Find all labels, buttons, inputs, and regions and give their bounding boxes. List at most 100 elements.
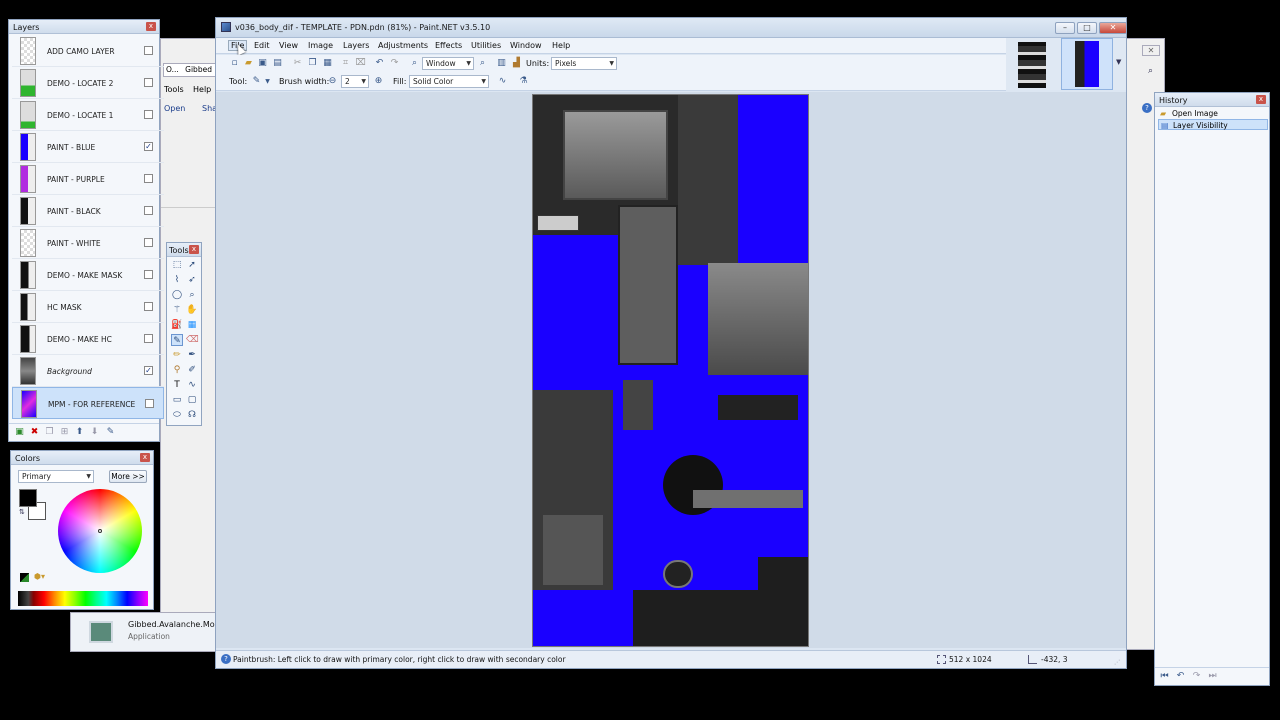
magic-wand-tool-icon[interactable]: ⚚ bbox=[171, 304, 183, 316]
grid-icon[interactable]: ▥ bbox=[496, 58, 507, 69]
close-button[interactable]: ✕ bbox=[1099, 22, 1127, 34]
fill-select[interactable]: Solid Color ▼ bbox=[409, 75, 489, 88]
layer-row[interactable]: DEMO - LOCATE 2 bbox=[12, 67, 164, 99]
zoom-out-icon[interactable]: ⌕ bbox=[409, 58, 420, 69]
layer-row[interactable]: DEMO - LOCATE 1 bbox=[12, 99, 164, 131]
layer-visibility-checkbox[interactable] bbox=[144, 238, 153, 247]
brush-width-input[interactable]: 2 ▼ bbox=[341, 75, 369, 88]
freeform-shape-tool-icon[interactable]: ☊ bbox=[186, 409, 198, 421]
explorer-address-bar[interactable]: O... Gibbed bbox=[163, 63, 219, 77]
undo-icon[interactable]: ↶ bbox=[374, 58, 385, 69]
ruler-icon[interactable]: ▟ bbox=[511, 58, 522, 69]
ellipse-tool-icon[interactable]: ⬭ bbox=[171, 409, 183, 421]
taskbar-item[interactable]: Gibbed.Avalanche.Mod Application bbox=[70, 612, 220, 652]
layer-visibility-checkbox[interactable] bbox=[144, 174, 153, 183]
duplicate-layer-icon[interactable]: ❐ bbox=[44, 427, 55, 438]
redo-icon[interactable]: ↷ bbox=[1191, 671, 1202, 682]
move-selection-tool-icon[interactable]: ➚ bbox=[186, 259, 198, 271]
paintbrush-tool-icon[interactable]: ✎ bbox=[251, 76, 262, 87]
fast-forward-icon[interactable]: ⏭ bbox=[1207, 671, 1218, 682]
close-icon[interactable]: x bbox=[140, 453, 150, 462]
color-picker-tool-icon[interactable]: ✒ bbox=[186, 349, 198, 361]
layer-row[interactable]: PAINT - PURPLE bbox=[12, 163, 164, 195]
bg-close-icon[interactable]: ✕ bbox=[1142, 45, 1160, 56]
layer-visibility-checkbox[interactable]: ✓ bbox=[144, 142, 153, 151]
layer-row[interactable]: PAINT - BLUE ✓ bbox=[12, 131, 164, 163]
recolor-tool-icon[interactable]: ✐ bbox=[186, 364, 198, 376]
units-select[interactable]: Pixels ▼ bbox=[551, 57, 617, 70]
undo-icon[interactable]: ↶ bbox=[1175, 671, 1186, 682]
explorer-menu-tools[interactable]: Tools bbox=[164, 85, 184, 94]
tools-panel-titlebar[interactable]: Tools x bbox=[167, 243, 201, 257]
redo-icon[interactable]: ↷ bbox=[389, 58, 400, 69]
rounded-rectangle-tool-icon[interactable]: ▢ bbox=[186, 394, 198, 406]
pan-tool-icon[interactable]: ✋ bbox=[186, 304, 198, 316]
menu-help[interactable]: Help bbox=[552, 41, 570, 50]
layer-visibility-checkbox[interactable] bbox=[145, 399, 154, 408]
texture-canvas[interactable] bbox=[532, 94, 809, 647]
layers-panel-titlebar[interactable]: Layers x bbox=[9, 20, 159, 34]
menu-effects[interactable]: Effects bbox=[435, 41, 462, 50]
cut-icon[interactable]: ✂ bbox=[292, 58, 303, 69]
menu-view[interactable]: View bbox=[279, 41, 298, 50]
swap-colors-icon[interactable]: ⇅ bbox=[19, 508, 25, 516]
paste-icon[interactable]: ▦ bbox=[322, 58, 333, 69]
delete-layer-icon[interactable]: ✖ bbox=[29, 427, 40, 438]
open-icon[interactable]: ▰ bbox=[243, 58, 254, 69]
layer-visibility-checkbox[interactable] bbox=[144, 78, 153, 87]
clone-stamp-tool-icon[interactable]: ⚲ bbox=[171, 364, 183, 376]
new-image-icon[interactable]: ▫ bbox=[229, 58, 240, 69]
add-layer-icon[interactable]: ▣ bbox=[14, 427, 25, 438]
move-layer-down-icon[interactable]: ⬇ bbox=[89, 427, 100, 438]
color-palette-strip[interactable] bbox=[18, 591, 148, 606]
rectangle-tool-icon[interactable]: ▭ bbox=[171, 394, 183, 406]
title-bar[interactable]: v036_body_dif - TEMPLATE - PDN.pdn (81%)… bbox=[216, 18, 1127, 38]
image-thumbnail-1[interactable] bbox=[1018, 42, 1046, 88]
layer-visibility-checkbox[interactable] bbox=[144, 110, 153, 119]
pencil-tool-icon[interactable]: ✏ bbox=[171, 349, 183, 361]
deselect-icon[interactable]: ⌧ bbox=[355, 58, 366, 69]
move-layer-up-icon[interactable]: ⬆ bbox=[74, 427, 85, 438]
close-icon[interactable]: x bbox=[146, 22, 156, 31]
layer-row[interactable]: HC MASK bbox=[12, 291, 164, 323]
gradient-tool-icon[interactable]: ▦ bbox=[186, 319, 198, 331]
layer-row[interactable]: PAINT - BLACK bbox=[12, 195, 164, 227]
layer-row[interactable]: PAINT - WHITE bbox=[12, 227, 164, 259]
blend-mode-icon[interactable]: ⚗ bbox=[518, 76, 529, 87]
color-mode-select[interactable]: Primary ▼ bbox=[18, 470, 94, 483]
history-item[interactable]: ▰ Open Image bbox=[1158, 108, 1268, 119]
zoom-select[interactable]: Window ▼ bbox=[422, 57, 474, 70]
text-tool-icon[interactable]: T bbox=[171, 379, 183, 391]
move-selected-tool-icon[interactable]: ➶ bbox=[186, 274, 198, 286]
antialiasing-icon[interactable]: ∿ bbox=[497, 76, 508, 87]
paint-bucket-tool-icon[interactable]: ⛽ bbox=[171, 319, 183, 331]
image-thumbnail-2[interactable] bbox=[1061, 38, 1113, 90]
decrease-width-icon[interactable]: ⊖ bbox=[327, 76, 338, 87]
layer-visibility-checkbox[interactable] bbox=[144, 334, 153, 343]
layer-visibility-checkbox[interactable] bbox=[144, 270, 153, 279]
layer-row[interactable]: DEMO - MAKE HC bbox=[12, 323, 164, 355]
resize-grip-icon[interactable]: ⋰ bbox=[1114, 659, 1120, 666]
menu-utilities[interactable]: Utilities bbox=[471, 41, 501, 50]
history-panel-titlebar[interactable]: History x bbox=[1155, 93, 1269, 107]
layer-visibility-checkbox[interactable] bbox=[144, 302, 153, 311]
thumbs-scroll-icon[interactable]: ▼ bbox=[1116, 58, 1121, 66]
print-icon[interactable]: ▤ bbox=[272, 58, 283, 69]
menu-image[interactable]: Image bbox=[308, 41, 333, 50]
close-icon[interactable]: x bbox=[189, 245, 199, 254]
more-button[interactable]: More >> bbox=[109, 470, 147, 483]
colors-panel-titlebar[interactable]: Colors x bbox=[11, 451, 153, 465]
layer-visibility-checkbox[interactable]: ✓ bbox=[144, 366, 153, 375]
zoom-in-icon[interactable]: ⌕ bbox=[477, 58, 488, 69]
menu-window[interactable]: Window bbox=[510, 41, 542, 50]
layer-row[interactable]: DEMO - MAKE MASK bbox=[12, 259, 164, 291]
layer-visibility-checkbox[interactable] bbox=[144, 206, 153, 215]
reset-colors-icon[interactable] bbox=[20, 573, 29, 582]
menu-adjustments[interactable]: Adjustments bbox=[378, 41, 428, 50]
rectangle-select-tool-icon[interactable]: ⬚ bbox=[171, 259, 183, 271]
copy-icon[interactable]: ❐ bbox=[307, 58, 318, 69]
bg-search-icon[interactable]: ⌕ bbox=[1148, 66, 1153, 76]
save-icon[interactable]: ▣ bbox=[257, 58, 268, 69]
primary-color-swatch[interactable] bbox=[19, 489, 37, 507]
bg-help-icon[interactable]: ? bbox=[1142, 103, 1152, 113]
